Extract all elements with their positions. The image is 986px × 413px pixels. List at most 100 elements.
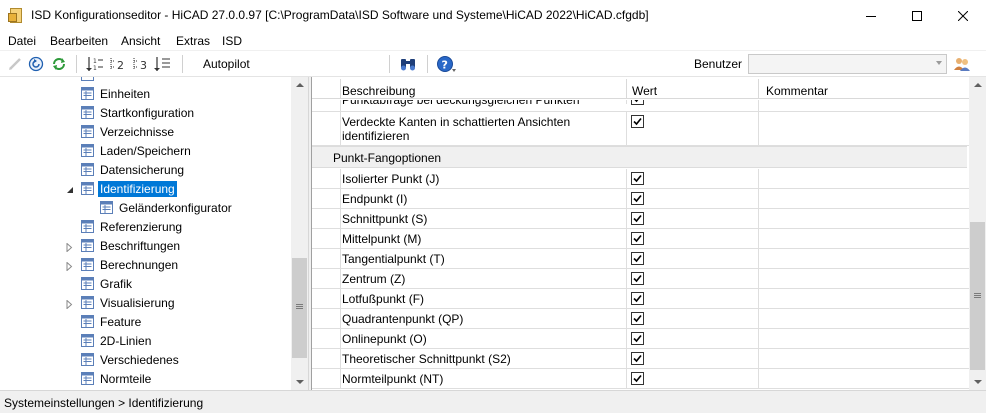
tree-item[interactable]: Startkonfiguration <box>81 103 196 122</box>
tree-item[interactable]: Feature <box>81 312 143 331</box>
tree-item[interactable]: Einheiten <box>81 84 152 103</box>
grid-row[interactable]: Theoretischer Schnittpunkt (S2) <box>312 349 969 369</box>
tree-item[interactable]: Berechnungen <box>81 255 180 274</box>
row-value-cell[interactable] <box>627 112 759 145</box>
tree-item[interactable]: Laden/Speichern <box>81 141 193 160</box>
scroll-up-icon[interactable] <box>296 83 304 87</box>
column-header-beschreibung[interactable]: Beschreibung <box>341 79 627 99</box>
scroll-down-icon[interactable] <box>974 380 982 384</box>
row-comment-cell[interactable] <box>759 209 969 228</box>
grid-row[interactable]: Quadrantenpunkt (QP) <box>312 309 969 329</box>
level-3-icon[interactable]: 3 <box>131 55 151 73</box>
checkbox-checked-icon[interactable] <box>631 115 644 128</box>
row-value-cell[interactable] <box>627 289 759 308</box>
tree-item[interactable]: Beschriftungen <box>81 236 182 255</box>
checkbox-checked-icon[interactable] <box>631 172 644 185</box>
row-comment-cell[interactable] <box>759 309 969 328</box>
grid-row[interactable]: Tangentialpunkt (T) <box>312 249 969 269</box>
grid-row[interactable]: Zentrum (Z) <box>312 269 969 289</box>
tree-item-partial[interactable] <box>81 77 98 84</box>
tree-item[interactable]: Datensicherung <box>81 160 186 179</box>
row-value-cell[interactable] <box>627 169 759 188</box>
row-value-cell[interactable] <box>627 229 759 248</box>
row-value-cell[interactable] <box>627 349 759 368</box>
row-value-cell[interactable] <box>627 329 759 348</box>
checkbox-checked-icon[interactable] <box>631 312 644 325</box>
binoculars-icon[interactable] <box>398 55 418 73</box>
row-value-cell[interactable] <box>627 369 759 388</box>
row-comment-cell[interactable] <box>759 112 969 145</box>
row-comment-cell[interactable] <box>759 189 969 208</box>
tree-item[interactable]: Geländerkonfigurator <box>100 198 234 217</box>
benutzer-dropdown[interactable] <box>748 54 947 74</box>
undo-icon[interactable] <box>27 55 45 73</box>
grid-row[interactable]: Onlinepunkt (O) <box>312 329 969 349</box>
grid-row[interactable]: Verdeckte Kanten in schattierten Ansicht… <box>312 112 969 146</box>
edit-pencil-icon[interactable] <box>6 55 24 73</box>
row-comment-cell[interactable] <box>759 249 969 268</box>
refresh-icon[interactable] <box>50 55 68 73</box>
scroll-up-icon[interactable] <box>974 83 982 87</box>
grid-row[interactable]: Punktabfrage bei deckungsgleichen Punkte… <box>312 100 969 112</box>
grid-row[interactable]: Lotfußpunkt (F) <box>312 289 969 309</box>
column-header-wert[interactable]: Wert <box>627 79 759 99</box>
grid-row[interactable]: Endpunkt (I) <box>312 189 969 209</box>
tree-item[interactable]: Referenzierung <box>81 217 184 236</box>
row-value-cell[interactable] <box>627 209 759 228</box>
row-comment-cell[interactable] <box>759 269 969 288</box>
tree-expand-icon[interactable] <box>66 298 74 310</box>
tree-item[interactable]: Identifizierung <box>81 179 177 198</box>
group-header-punkt-fangoptionen[interactable]: Punkt-Fangoptionen <box>312 146 967 168</box>
autopilot-button[interactable]: Autopilot <box>203 57 250 71</box>
tree-item[interactable]: Verschiedenes <box>81 350 181 369</box>
grid-scroll-thumb[interactable] <box>970 222 985 370</box>
checkbox-checked-icon[interactable] <box>631 372 644 385</box>
row-comment-cell[interactable] <box>759 100 969 111</box>
checkbox-checked-icon[interactable] <box>631 212 644 225</box>
checkbox-checked-icon[interactable] <box>631 292 644 305</box>
grid-row[interactable]: Schnittpunkt (S) <box>312 209 969 229</box>
tree-scroll-thumb[interactable] <box>292 258 307 358</box>
help-icon[interactable]: ? <box>435 55 457 73</box>
tree-item[interactable]: Visualisierung <box>81 293 177 312</box>
row-value-cell[interactable] <box>627 100 759 111</box>
sort-by-group-icon[interactable]: 11 <box>85 55 105 73</box>
grid-row[interactable]: Isolierter Punkt (J) <box>312 169 969 189</box>
grid-row[interactable]: Normteilpunkt (NT) <box>312 369 969 389</box>
menu-bearbeiten[interactable]: Bearbeiten <box>50 34 108 48</box>
row-comment-cell[interactable] <box>759 369 969 388</box>
sort-ascending-icon[interactable] <box>153 55 173 73</box>
menu-ansicht[interactable]: Ansicht <box>121 34 160 48</box>
row-value-cell[interactable] <box>627 269 759 288</box>
tree-scrollbar[interactable] <box>291 77 308 390</box>
row-value-cell[interactable] <box>627 249 759 268</box>
row-value-cell[interactable] <box>627 189 759 208</box>
checkbox-checked-icon[interactable] <box>631 232 644 245</box>
level-2-icon[interactable]: 2 <box>108 55 128 73</box>
menu-extras[interactable]: Extras <box>176 34 210 48</box>
checkbox-checked-icon[interactable] <box>631 192 644 205</box>
checkbox-checked-icon[interactable] <box>631 100 644 105</box>
menu-datei[interactable]: Datei <box>8 34 36 48</box>
menu-isd[interactable]: ISD <box>222 34 242 48</box>
grid-row[interactable]: Mittelpunkt (M) <box>312 229 969 249</box>
users-icon[interactable] <box>953 56 971 75</box>
row-comment-cell[interactable] <box>759 329 969 348</box>
checkbox-checked-icon[interactable] <box>631 352 644 365</box>
maximize-button[interactable] <box>894 0 940 31</box>
checkbox-checked-icon[interactable] <box>631 252 644 265</box>
row-value-cell[interactable] <box>627 309 759 328</box>
row-comment-cell[interactable] <box>759 229 969 248</box>
tree-item[interactable]: Normteile <box>81 369 153 388</box>
minimize-button[interactable] <box>848 0 894 31</box>
close-button[interactable] <box>940 0 986 31</box>
tree-item[interactable]: Verzeichnisse <box>81 122 176 141</box>
checkbox-checked-icon[interactable] <box>631 272 644 285</box>
column-header-kommentar[interactable]: Kommentar <box>759 79 969 99</box>
row-comment-cell[interactable] <box>759 349 969 368</box>
grid-scrollbar[interactable] <box>969 77 986 390</box>
tree-item[interactable]: Grafik <box>81 274 134 293</box>
tree-expand-icon[interactable] <box>66 241 74 253</box>
checkbox-checked-icon[interactable] <box>631 332 644 345</box>
row-comment-cell[interactable] <box>759 169 969 188</box>
